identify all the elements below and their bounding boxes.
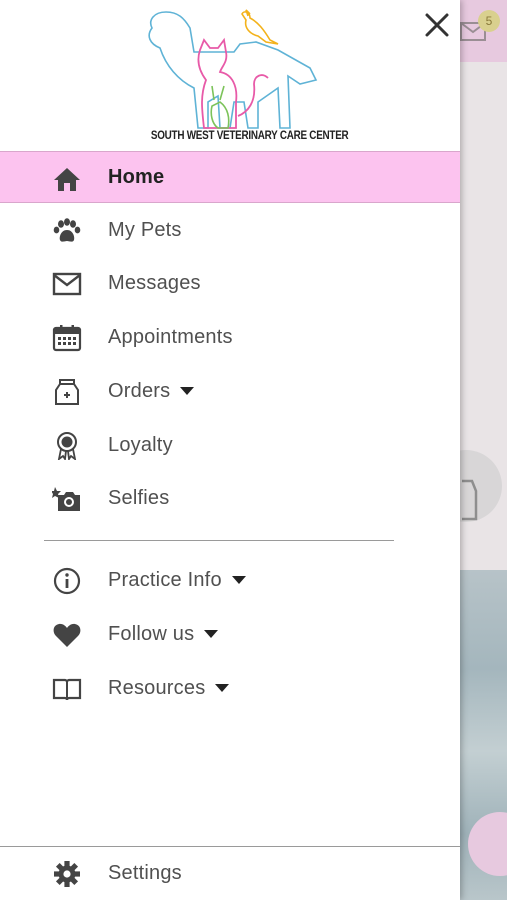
menu-item-practice-info[interactable]: Practice Info	[0, 554, 460, 606]
gear-icon	[54, 861, 80, 887]
menu-item-label: Loyalty	[108, 433, 173, 456]
background-app: 5	[460, 0, 507, 900]
menu-item-resources[interactable]: Resources	[0, 662, 460, 714]
envelope-icon	[52, 272, 82, 296]
menu-item-messages[interactable]: Messages	[0, 257, 460, 309]
clinic-logo: SOUTH WEST VETERINARY CARE CENTER	[138, 6, 349, 146]
heart-icon	[53, 623, 81, 647]
award-ribbon-icon	[57, 432, 77, 460]
menu-item-my-pets[interactable]: My Pets	[0, 204, 460, 256]
menu-item-label: Practice Info	[108, 568, 222, 591]
chevron-down-icon	[180, 387, 195, 395]
menu-item-home[interactable]: Home	[0, 151, 460, 203]
calendar-icon	[52, 325, 82, 352]
menu-item-label: Follow us	[108, 622, 195, 645]
animal-outline-logo	[148, 9, 318, 129]
menu-item-appointments[interactable]: Appointments	[0, 311, 460, 363]
menu-item-follow-us[interactable]: Follow us	[0, 608, 460, 660]
paw-icon	[53, 218, 81, 242]
menu-item-loyalty[interactable]: Loyalty	[0, 419, 460, 471]
menu-item-orders[interactable]: Orders	[0, 365, 460, 417]
menu-item-label: My Pets	[108, 218, 182, 241]
notification-badge: 5	[478, 10, 500, 32]
menu-item-label: Appointments	[108, 325, 233, 348]
navigation-drawer: SOUTH WEST VETERINARY CARE CENTER Home M…	[0, 0, 460, 900]
menu-item-label: Resources	[108, 676, 206, 699]
food-bag-icon	[462, 479, 478, 521]
book-icon	[52, 678, 82, 701]
menu-item-settings[interactable]: Settings	[0, 847, 460, 899]
menu-item-selfies[interactable]: Selfies	[0, 472, 460, 524]
chevron-down-icon	[204, 630, 219, 638]
menu-item-label: Messages	[108, 271, 201, 294]
home-icon	[54, 168, 80, 191]
menu-item-label: Selfies	[108, 486, 170, 509]
chevron-down-icon	[231, 576, 246, 584]
logo-text: SOUTH WEST VETERINARY CARE CENTER	[150, 130, 349, 142]
menu-item-label: Settings	[108, 861, 182, 884]
info-icon	[53, 567, 81, 595]
menu-divider	[44, 540, 394, 541]
menu-item-label: Home	[108, 165, 165, 188]
food-bag-icon	[55, 379, 79, 405]
chevron-down-icon	[215, 684, 230, 692]
camera-icon	[52, 487, 80, 511]
menu-item-label: Orders	[108, 379, 171, 402]
close-icon[interactable]	[420, 8, 454, 42]
